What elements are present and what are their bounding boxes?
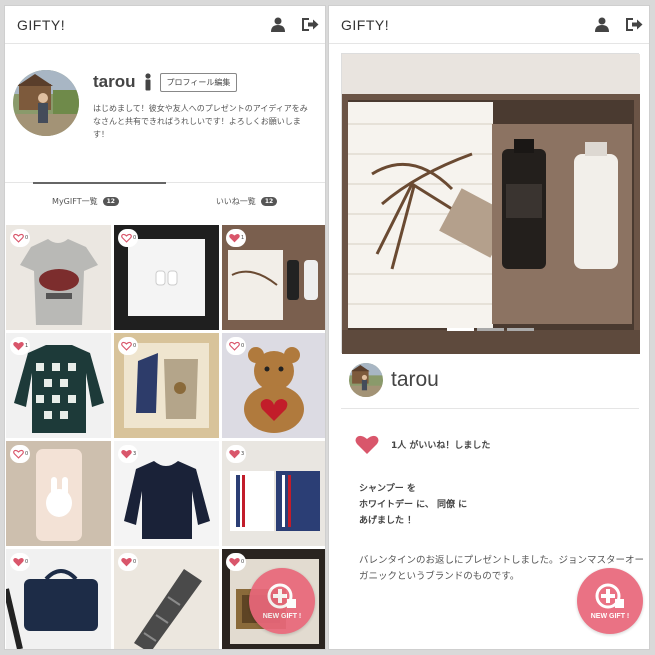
new-gift-button[interactable]: NEW GIFT !	[249, 568, 315, 634]
heart-icon	[13, 342, 24, 351]
count-badge: 12	[102, 197, 119, 206]
like-count: 0	[241, 343, 245, 349]
gift-action-line: あげました ！	[359, 516, 417, 526]
app-header: GIFTY!	[329, 6, 649, 44]
profile-bio: はじめまして！彼女や友人へのプレゼントのアイディアをみなさんと共有できればうれし…	[93, 104, 308, 139]
gift-tile-handkerchiefs[interactable]: 3	[222, 441, 325, 546]
like-count: 0	[133, 235, 137, 241]
heart-icon	[121, 450, 132, 459]
gift-tile-sweater[interactable]: 1	[6, 333, 111, 438]
like-button[interactable]: 0	[226, 553, 246, 571]
heart-icon	[121, 558, 132, 567]
tab-mygift[interactable]: MyGIFT一覧 12	[5, 182, 166, 220]
gift-occasion-line: ホワイトデー に、 同僚 に	[359, 500, 468, 510]
author-name: tarou	[391, 368, 439, 391]
gift-icon	[595, 583, 624, 608]
likes-count-text: 1人 がいいね！しました	[391, 441, 491, 451]
carousel-dot[interactable]	[447, 328, 474, 331]
user-icon[interactable]	[591, 13, 613, 35]
person-icon	[144, 73, 151, 91]
like-button[interactable]: 0	[118, 553, 138, 571]
like-button[interactable]: 0	[118, 229, 138, 247]
like-count: 0	[133, 343, 137, 349]
like-button[interactable]: 1	[226, 229, 246, 247]
heart-icon	[13, 449, 24, 459]
gift-tile-teddy-bear[interactable]: 0	[222, 333, 325, 438]
divider	[341, 408, 639, 409]
edit-profile-button[interactable]: プロフィール編集	[159, 72, 238, 92]
like-count: 1	[241, 235, 245, 241]
heart-icon	[229, 341, 240, 351]
tab-label: MyGIFT一覧	[52, 197, 98, 206]
carousel-dot[interactable]	[507, 328, 534, 331]
like-row: 1人 がいいね！しました	[355, 434, 490, 455]
carousel-indicator	[447, 328, 534, 331]
user-icon[interactable]	[267, 13, 289, 35]
gift-tile-vest-set[interactable]: 0	[114, 333, 219, 438]
gift-tile-navy-sweater[interactable]: 3	[114, 441, 219, 546]
heart-icon	[121, 233, 132, 243]
avatar	[349, 363, 383, 397]
like-count: 1	[25, 343, 29, 349]
gift-tile-phone-case[interactable]: 0	[6, 441, 111, 546]
author-row[interactable]: tarou	[349, 363, 439, 397]
heart-icon	[121, 341, 132, 351]
like-button[interactable]: 0	[226, 337, 246, 355]
brand-logo[interactable]: GIFTY!	[17, 17, 65, 33]
gift-detail-screen: GIFTY! tarou 1人 がいいね！しました シャンプー を ホワイトデー…	[328, 5, 650, 650]
like-count: 3	[241, 451, 245, 457]
profile-tabs: MyGIFT一覧 12 いいね一覧 12	[5, 182, 325, 220]
like-button[interactable]: 1	[10, 337, 30, 355]
app-header: GIFTY!	[5, 6, 325, 44]
gift-photo[interactable]	[341, 53, 640, 354]
heart-icon	[13, 233, 24, 243]
heart-icon	[229, 234, 240, 243]
gift-tile-earbuds[interactable]: 0	[114, 225, 219, 330]
avatar	[13, 70, 79, 136]
tab-likes[interactable]: いいね一覧 12	[166, 183, 325, 220]
logout-icon[interactable]	[623, 13, 645, 35]
profile-name: tarou	[93, 72, 136, 91]
like-button[interactable]: 0	[10, 229, 30, 247]
gift-summary: シャンプー を ホワイトデー に、 同僚 に あげました ！	[359, 481, 467, 529]
like-count: 0	[25, 559, 29, 565]
like-button[interactable]: 0	[10, 553, 30, 571]
heart-icon	[13, 558, 24, 567]
gift-tile-necktie[interactable]: 0	[114, 549, 219, 649]
logout-icon[interactable]	[299, 13, 321, 35]
like-button[interactable]: 0	[10, 445, 30, 463]
fab-label: NEW GIFT !	[590, 612, 630, 620]
tab-label: いいね一覧	[215, 197, 256, 206]
heart-icon	[229, 450, 240, 459]
brand-logo[interactable]: GIFTY!	[341, 17, 389, 33]
like-count: 3	[133, 451, 137, 457]
heart-icon[interactable]	[355, 434, 379, 455]
like-count: 0	[241, 559, 245, 565]
heart-icon	[229, 558, 240, 567]
count-badge: 12	[260, 197, 278, 206]
fab-label: NEW GIFT !	[262, 612, 302, 620]
gift-item-line: シャンプー を	[359, 484, 416, 494]
gift-tile-bag[interactable]: 0	[6, 549, 111, 649]
like-count: 0	[25, 451, 29, 457]
like-count: 0	[133, 559, 137, 565]
like-button[interactable]: 3	[226, 445, 246, 463]
carousel-dot[interactable]	[477, 328, 504, 331]
profile-section: tarou プロフィール編集 はじめまして！彼女や友人へのプレゼントのアイディア…	[5, 44, 325, 181]
like-button[interactable]: 0	[118, 337, 138, 355]
gift-tile-t-shirt[interactable]: 0	[6, 225, 111, 330]
gift-icon	[267, 583, 296, 608]
profile-screen: GIFTY! tarou プロフィール編集 はじめまして！彼女や友人へのプレゼン…	[4, 5, 326, 650]
new-gift-button[interactable]: NEW GIFT !	[577, 568, 643, 634]
like-button[interactable]: 3	[118, 445, 138, 463]
gift-tile-towel-gift-set[interactable]: 1	[222, 225, 325, 330]
like-count: 0	[25, 235, 29, 241]
